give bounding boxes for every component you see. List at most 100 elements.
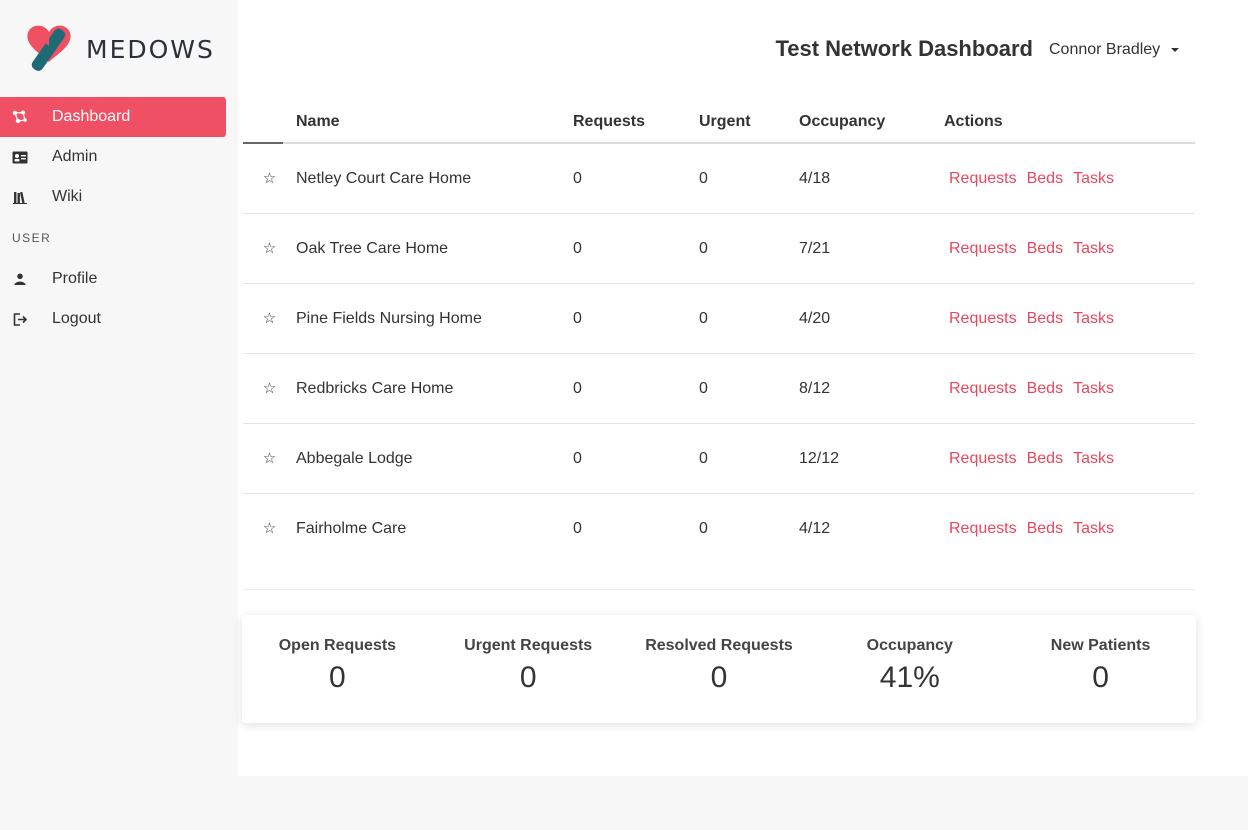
care-home-name: Oak Tree Care Home [296, 239, 449, 257]
star-icon[interactable]: ☆ [262, 169, 278, 187]
user-menu[interactable]: Connor Bradley [1049, 41, 1180, 59]
star-icon[interactable]: ☆ [262, 239, 278, 257]
urgent-count: 0 [699, 239, 708, 257]
column-header-actions: Actions [944, 113, 1003, 130]
table-row: ☆ Pine Fields Nursing Home 0 0 4/20 Requests B… [243, 284, 1195, 354]
user-name: Connor Bradley [1049, 41, 1161, 58]
urgent-count: 0 [699, 449, 708, 467]
table-row: ☆ Redbricks Care Home 0 0 8/12 Requests Beds Ta… [243, 354, 1195, 424]
requests-count: 0 [573, 379, 582, 397]
table-header: Name Requests Urgent Occupancy Actions [243, 102, 1195, 144]
logout-icon [0, 312, 40, 326]
sidebar-item-label: Profile [52, 270, 98, 287]
id-card-icon [0, 151, 40, 164]
requests-link[interactable]: Requests [949, 170, 1017, 187]
stats-card: Open Requests 0 Urgent Requests 0 Resolv… [242, 615, 1196, 723]
stat-urgent-requests: Urgent Requests 0 [433, 615, 624, 723]
tasks-link[interactable]: Tasks [1073, 450, 1114, 467]
sidebar-item-admin[interactable]: Admin [0, 137, 226, 177]
stat-label: Resolved Requests [645, 637, 793, 654]
column-header-name[interactable]: Name [296, 113, 573, 131]
stat-label: Urgent Requests [464, 637, 593, 654]
stat-occupancy: Occupancy 41% [814, 615, 1005, 723]
favorite-cell: ☆ [243, 449, 296, 468]
requests-link[interactable]: Requests [949, 380, 1017, 397]
beds-link[interactable]: Beds [1027, 170, 1063, 187]
requests-count: 0 [573, 449, 582, 467]
beds-link[interactable]: Beds [1027, 310, 1063, 327]
care-home-name: Pine Fields Nursing Home [296, 309, 482, 327]
star-icon[interactable]: ☆ [262, 379, 278, 397]
sidebar-nav: Dashboard Admin Wiki USER Profile Logout [0, 97, 226, 339]
occupancy-value: 4/18 [799, 169, 831, 187]
stat-value: 0 [329, 661, 346, 694]
requests-count: 0 [573, 169, 582, 187]
row-actions: Requests Beds Tasks [944, 310, 1195, 328]
star-icon[interactable]: ☆ [262, 519, 278, 537]
stat-label: Open Requests [278, 637, 397, 654]
star-icon[interactable]: ☆ [262, 449, 278, 467]
beds-link[interactable]: Beds [1027, 450, 1063, 467]
row-actions: Requests Beds Tasks [944, 170, 1195, 188]
occupancy-value: 4/20 [799, 309, 831, 327]
occupancy-value: 12/12 [799, 449, 840, 467]
books-icon [0, 191, 40, 204]
requests-count: 0 [573, 309, 582, 327]
brand-logo[interactable]: MEDOWS [22, 22, 215, 76]
star-icon[interactable]: ☆ [262, 309, 278, 327]
sidebar-item-wiki[interactable]: Wiki [0, 177, 226, 217]
stat-value: 0 [1092, 661, 1109, 694]
stat-new-patients: New Patients 0 [1005, 615, 1196, 723]
stat-label: New Patients [1050, 637, 1151, 654]
stat-value: 41% [879, 661, 940, 694]
row-actions: Requests Beds Tasks [944, 380, 1195, 398]
tasks-link[interactable]: Tasks [1073, 240, 1114, 257]
favorite-cell: ☆ [243, 309, 296, 328]
sidebar-item-profile[interactable]: Profile [0, 259, 226, 299]
occupancy-value: 4/12 [799, 519, 831, 537]
beds-link[interactable]: Beds [1027, 520, 1063, 537]
favorite-cell: ☆ [243, 239, 296, 258]
beds-link[interactable]: Beds [1027, 240, 1063, 257]
sidebar-item-logout[interactable]: Logout [0, 299, 226, 339]
urgent-count: 0 [699, 519, 708, 537]
care-home-name: Abbegale Lodge [296, 449, 413, 467]
table-row: ☆ Abbegale Lodge 0 0 12/12 Requests Beds Tasks [243, 424, 1195, 494]
sidebar-item-dashboard[interactable]: Dashboard [0, 97, 226, 137]
column-header-urgent[interactable]: Urgent [699, 113, 799, 131]
requests-link[interactable]: Requests [949, 520, 1017, 537]
occupancy-value: 7/21 [799, 239, 831, 257]
network-icon [0, 110, 40, 124]
table-row: ☆ Oak Tree Care Home 0 0 7/21 Requests Beds Tas… [243, 214, 1195, 284]
medows-logo-icon [27, 25, 71, 71]
care-home-name: Netley Court Care Home [296, 169, 472, 187]
favorite-cell: ☆ [243, 379, 296, 398]
requests-count: 0 [573, 519, 582, 537]
occupancy-value: 8/12 [799, 379, 831, 397]
main-content: Test Network Dashboard Connor Bradley Na… [238, 0, 1248, 776]
column-header-occupancy[interactable]: Occupancy [799, 113, 944, 131]
tasks-link[interactable]: Tasks [1073, 170, 1114, 187]
urgent-count: 0 [699, 169, 708, 187]
urgent-count: 0 [699, 309, 708, 327]
page-title: Test Network Dashboard [775, 36, 1033, 61]
divider [243, 589, 1195, 590]
favorite-cell: ☆ [243, 169, 296, 188]
beds-link[interactable]: Beds [1027, 380, 1063, 397]
column-header-requests[interactable]: Requests [573, 113, 699, 131]
tasks-link[interactable]: Tasks [1073, 310, 1114, 327]
requests-link[interactable]: Requests [949, 450, 1017, 467]
urgent-count: 0 [699, 379, 708, 397]
tasks-link[interactable]: Tasks [1073, 380, 1114, 397]
requests-count: 0 [573, 239, 582, 257]
stat-label: Occupancy [866, 637, 953, 654]
stat-resolved-requests: Resolved Requests 0 [624, 615, 815, 723]
requests-link[interactable]: Requests [949, 240, 1017, 257]
table-row: ☆ Fairholme Care 0 0 4/12 Requests Beds Tasks [243, 494, 1195, 563]
sidebar-item-label: Dashboard [52, 108, 131, 125]
tasks-link[interactable]: Tasks [1073, 520, 1114, 537]
row-actions: Requests Beds Tasks [944, 450, 1195, 468]
row-actions: Requests Beds Tasks [944, 520, 1195, 538]
sidebar-item-label: Wiki [52, 188, 83, 205]
requests-link[interactable]: Requests [949, 310, 1017, 327]
